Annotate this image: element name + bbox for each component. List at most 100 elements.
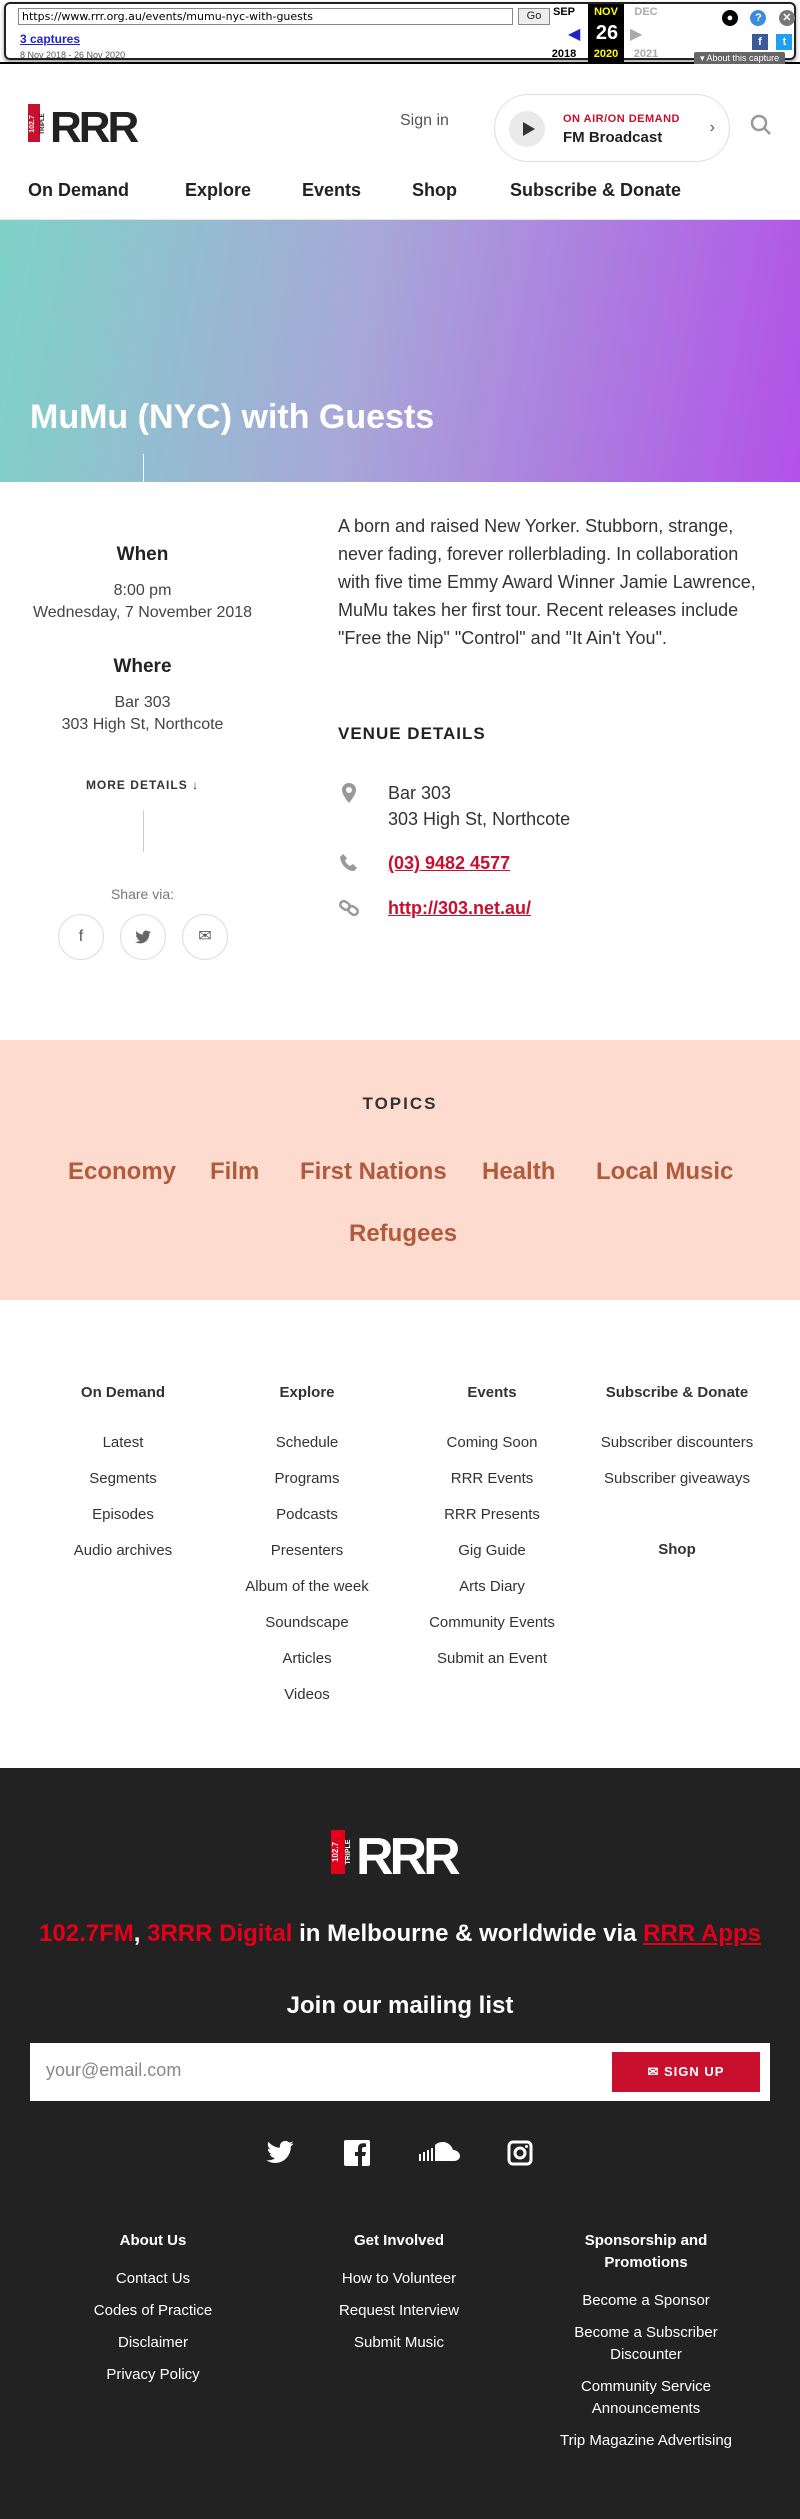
soundcloud-icon[interactable] [418,2140,462,2168]
on-air-label: ON AIR/ON DEMAND [563,113,680,125]
footer-links: On Demand Latest Segments Episodes Audio… [0,1300,800,1768]
twitter-icon[interactable]: t [776,34,793,50]
footer-link[interactable]: Episodes [33,1506,213,1542]
topic-local-music[interactable]: Local Music [596,1158,733,1186]
nav-on-demand[interactable]: On Demand [28,180,129,201]
topic-first-nations[interactable]: First Nations [300,1158,447,1186]
wayback-url-input[interactable] [18,8,513,25]
footer-link[interactable]: How to Volunteer [299,2268,499,2290]
footer-link[interactable]: Subscriber discounters [587,1434,767,1470]
where-label: Where [113,656,172,677]
footer-link[interactable]: Community Service Announcements [546,2376,746,2420]
venue-website-link[interactable]: http://303.net.au/ [388,895,531,921]
footer-link[interactable]: Audio archives [33,1542,213,1578]
wayback-captures-link[interactable]: 3 captures [20,32,80,46]
footer-link[interactable]: Soundscape [217,1614,397,1650]
help-icon[interactable]: ? [750,10,767,26]
tagline-apps-link[interactable]: RRR Apps [643,1920,761,1947]
footer-link[interactable]: Latest [33,1434,213,1470]
wayback-year-prev[interactable]: 2018 [546,48,582,60]
sign-up-button[interactable]: ✉ SIGN UP [612,2052,760,2092]
footer-link[interactable]: Arts Diary [402,1578,582,1614]
user-icon[interactable]: ● [722,10,738,26]
footer-logo-text: RRR [356,1828,460,1878]
venue-phone-link[interactable]: (03) 9482 4577 [388,850,510,876]
topic-film[interactable]: Film [210,1158,259,1186]
tagline-freq[interactable]: 102.7FM [39,1920,134,1947]
topic-economy[interactable]: Economy [68,1158,176,1186]
phone-icon [340,854,357,871]
footer-col-sponsor: Sponsorship and Promotions Become a Spon… [546,2230,746,2462]
on-air-player[interactable]: ON AIR/ON DEMAND FM Broadcast › [494,94,730,162]
broadcast-tagline: 102.7FM, 3RRR Digital in Melbourne & wor… [0,1920,800,1948]
venue-website-row: http://303.net.au/ [338,895,768,923]
page-title: MuMu (NYC) with Guests [30,398,435,436]
footer-link[interactable]: Podcasts [217,1506,397,1542]
wayback-about-label: About this capture [706,53,780,63]
play-icon[interactable] [509,111,545,147]
footer-col-involved: Get Involved How to Volunteer Request In… [299,2230,499,2364]
footer-link[interactable]: Coming Soon [402,1434,582,1470]
footer-link[interactable]: Articles [217,1650,397,1686]
more-details-button[interactable]: MORE DETAILS ↓ [0,778,285,792]
facebook-icon[interactable]: f [752,34,768,50]
footer-link[interactable]: Gig Guide [402,1542,582,1578]
footer-link[interactable]: Become a Subscriber Discounter [546,2322,746,2366]
event-address: 303 High St, Northcote [61,716,224,733]
tagline-comma: , [133,1920,141,1947]
footer-col-events: Events Coming Soon RRR Events RRR Presen… [402,1384,582,1686]
location-pin-icon [342,783,356,803]
footer-link[interactable]: Trip Magazine Advertising [546,2430,746,2452]
footer-link[interactable]: Become a Sponsor [546,2290,746,2312]
footer-col-about: About Us Contact Us Codes of Practice Di… [53,2230,253,2396]
wayback-day: 26 [595,22,619,44]
footer-link[interactable]: Privacy Policy [53,2364,253,2386]
sign-in-link[interactable]: Sign in [400,112,449,130]
instagram-icon[interactable] [504,2140,536,2168]
share-twitter-icon[interactable] [120,914,166,960]
sign-up-label: SIGN UP [664,2064,725,2079]
footer-link[interactable]: Subscriber giveaways [587,1470,767,1506]
wayback-month-prev[interactable]: SEP [546,6,582,18]
close-icon[interactable]: ✕ [778,10,795,26]
nav-subscribe-donate[interactable]: Subscribe & Donate [510,180,681,201]
tagline-digital[interactable]: 3RRR Digital [147,1920,292,1947]
footer-link[interactable]: RRR Events [402,1470,582,1506]
footer-link[interactable]: Disclaimer [53,2332,253,2354]
footer-link[interactable]: RRR Presents [402,1506,582,1542]
envelope-icon: ✉ [647,2064,665,2079]
footer-link[interactable]: Schedule [217,1434,397,1470]
topic-refugees[interactable]: Refugees [349,1220,457,1248]
nav-shop[interactable]: Shop [412,180,457,201]
twitter-icon[interactable] [264,2140,296,2168]
footer-link[interactable]: Submit an Event [402,1650,582,1686]
nav-events[interactable]: Events [302,180,361,201]
footer-link[interactable]: Codes of Practice [53,2300,253,2322]
footer-link[interactable]: Album of the week [217,1578,397,1614]
email-field[interactable]: your@email.com [46,2060,181,2081]
wayback-prev-arrow-icon[interactable]: ◀ [568,24,580,44]
footer-link[interactable]: Contact Us [53,2268,253,2290]
footer-heading-about: About Us [119,2232,187,2249]
wayback-year-next: 2021 [633,48,659,60]
footer-link[interactable]: Presenters [217,1542,397,1578]
search-icon[interactable] [750,114,772,136]
footer-link[interactable]: Submit Music [299,2332,499,2354]
logo-text: RRR [50,103,139,146]
footer-link[interactable]: Community Events [402,1614,582,1650]
footer-link[interactable]: Programs [217,1470,397,1506]
footer-link[interactable]: Request Interview [299,2300,499,2322]
event-description: A born and raised New Yorker. Stubborn, … [338,516,756,648]
chevron-down-icon: ↓ [192,778,200,792]
topic-health[interactable]: Health [482,1158,555,1186]
facebook-icon[interactable] [341,2140,373,2168]
on-air-station: FM Broadcast [563,129,663,146]
share-facebook-icon[interactable]: f [58,914,104,960]
footer-heading-shop[interactable]: Shop [627,1541,727,1558]
rrr-logo-footer[interactable]: 102.7 TRIPLE RRR [331,1826,469,1878]
footer-link[interactable]: Videos [217,1686,397,1722]
rrr-logo[interactable]: 102.7 TRIPLE RRR [28,100,140,146]
nav-explore[interactable]: Explore [185,180,251,201]
footer-link[interactable]: Segments [33,1470,213,1506]
share-email-icon[interactable]: ✉ [182,914,228,960]
